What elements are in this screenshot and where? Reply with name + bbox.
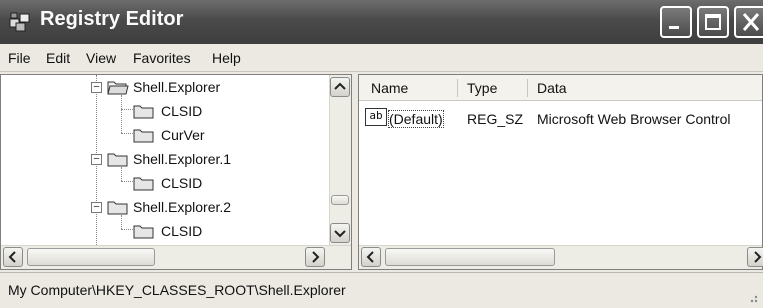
key-tree-pane[interactable]: − Shell.Explorer CLSID CurVer − Shell.Ex…	[0, 74, 352, 270]
column-header-name[interactable]: Name	[371, 80, 408, 96]
resize-grip-icon[interactable]	[745, 290, 759, 304]
chevron-right-icon	[312, 251, 320, 263]
tree-item-label: Shell.Explorer.1	[133, 151, 232, 167]
close-icon	[742, 13, 760, 31]
tree-item-shell-explorer-2[interactable]: − Shell.Explorer.2	[1, 197, 331, 221]
chevron-down-icon	[334, 230, 346, 238]
scroll-right-button[interactable]	[747, 247, 763, 267]
menu-edit[interactable]: Edit	[46, 50, 70, 66]
tree-item-label: CurVer	[161, 127, 205, 143]
tree-item-label: CLSID	[161, 175, 203, 191]
collapse-toggle[interactable]: −	[91, 154, 102, 165]
chevron-up-icon	[334, 82, 346, 90]
scroll-right-button[interactable]	[305, 247, 325, 267]
scroll-left-button[interactable]	[3, 247, 23, 267]
column-header-data[interactable]: Data	[537, 80, 567, 96]
menu-file[interactable]: File	[8, 50, 31, 66]
tree-vertical-scrollbar[interactable]	[329, 75, 351, 245]
maximize-button[interactable]	[697, 6, 729, 38]
tree-item-label: Shell.Explorer	[133, 79, 221, 95]
tree-item-shell-explorer[interactable]: − Shell.Explorer	[1, 77, 331, 101]
list-header: Name Type Data	[359, 75, 762, 101]
column-divider[interactable]	[457, 79, 458, 97]
list-horizontal-scrollbar[interactable]	[359, 245, 763, 269]
folder-icon	[133, 129, 154, 143]
value-name: (Default)	[388, 110, 444, 128]
tree-item-label: CLSID	[161, 223, 203, 239]
status-path: My Computer\HKEY_CLASSES_ROOT\Shell.Expl…	[8, 282, 346, 298]
scroll-left-button[interactable]	[361, 247, 381, 267]
status-bar: My Computer\HKEY_CLASSES_ROOT\Shell.Expl…	[0, 272, 763, 308]
folder-icon	[107, 153, 128, 167]
registry-editor-window: Registry Editor File Edit View Favorites…	[0, 0, 763, 308]
scroll-thumb[interactable]	[331, 195, 349, 205]
tree-item-clsid[interactable]: CLSID	[1, 221, 331, 245]
chevron-left-icon	[8, 251, 16, 263]
menu-help[interactable]: Help	[212, 50, 241, 66]
title-bar[interactable]: Registry Editor	[0, 0, 763, 44]
value-type: REG_SZ	[467, 111, 524, 127]
tree-item-clsid[interactable]: CLSID	[1, 101, 331, 125]
collapse-toggle[interactable]: −	[91, 202, 102, 213]
scroll-thumb[interactable]	[27, 248, 155, 266]
registry-editor-icon	[9, 12, 30, 32]
tree-item-label: CLSID	[161, 103, 203, 119]
column-header-type[interactable]: Type	[467, 80, 497, 96]
scroll-thumb[interactable]	[385, 248, 555, 266]
menu-view[interactable]: View	[86, 50, 116, 66]
tree-item-label: Shell.Explorer.2	[133, 199, 232, 215]
values-list-pane[interactable]: Name Type Data ab (Default) REG_SZ Micro…	[358, 74, 763, 270]
scroll-up-button[interactable]	[330, 77, 350, 97]
column-divider[interactable]	[527, 79, 528, 97]
folder-open-icon	[107, 81, 129, 95]
tree-horizontal-scrollbar[interactable]	[1, 245, 351, 269]
maximize-icon	[705, 14, 721, 30]
close-button[interactable]	[734, 6, 763, 38]
collapse-toggle[interactable]: −	[91, 82, 102, 93]
value-data: Microsoft Web Browser Control	[537, 111, 731, 127]
tree-item-shell-explorer-1[interactable]: − Shell.Explorer.1	[1, 149, 331, 173]
window-title: Registry Editor	[40, 8, 184, 30]
string-value-icon: ab	[365, 108, 387, 126]
menu-favorites[interactable]: Favorites	[133, 50, 191, 66]
menu-bar: File Edit View Favorites Help	[0, 44, 763, 72]
folder-icon	[133, 105, 154, 119]
scroll-down-button[interactable]	[330, 223, 350, 243]
folder-icon	[107, 201, 128, 215]
chevron-left-icon	[366, 251, 374, 263]
tree-item-curver[interactable]: CurVer	[1, 125, 331, 149]
tree-item-clsid[interactable]: CLSID	[1, 173, 331, 197]
folder-icon	[133, 225, 154, 239]
minimize-button[interactable]	[660, 6, 692, 38]
folder-icon	[133, 177, 154, 191]
chevron-right-icon	[754, 251, 762, 263]
minimize-icon	[669, 26, 679, 29]
